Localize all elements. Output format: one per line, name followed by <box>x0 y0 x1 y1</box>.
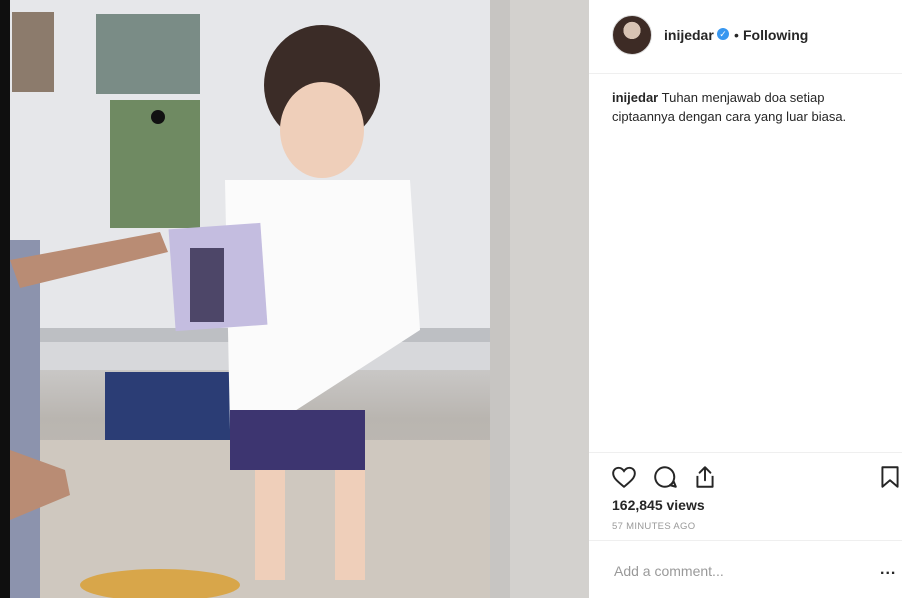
separator-dot: • <box>734 27 739 43</box>
board-magnet <box>151 110 165 124</box>
heart-icon[interactable] <box>611 464 637 490</box>
post-timestamp[interactable]: 57 MINUTES AGO <box>612 521 695 532</box>
photo-left <box>12 12 54 92</box>
post-media[interactable] <box>0 0 589 598</box>
action-bar <box>589 452 902 503</box>
video-scene <box>10 0 490 598</box>
view-count[interactable]: 162,845 views <box>612 497 705 513</box>
post-sidebar: inijedar ✓ • Following inijedar Tuhan me… <box>589 0 902 598</box>
child-leg-right <box>335 470 365 580</box>
child-face <box>280 82 364 178</box>
following-button[interactable]: Following <box>743 27 808 43</box>
media-side-band-light <box>510 0 589 598</box>
bookmark-icon[interactable] <box>877 464 902 490</box>
child-shorts <box>230 410 365 470</box>
comment-icon[interactable] <box>652 464 678 490</box>
username-link[interactable]: inijedar <box>664 27 714 43</box>
avatar[interactable] <box>612 15 652 55</box>
adult-shirt <box>10 240 40 598</box>
post-caption: inijedar Tuhan menjawab doa setiap cipta… <box>612 88 882 126</box>
held-photo-figure <box>190 248 224 322</box>
video-frame[interactable] <box>10 0 490 598</box>
comment-input[interactable] <box>612 561 856 581</box>
caption-username[interactable]: inijedar <box>612 90 658 105</box>
share-icon[interactable] <box>692 464 718 490</box>
storage-box <box>105 372 235 444</box>
child-leg-left <box>255 470 285 580</box>
photo-family-top <box>96 14 200 94</box>
post-header: inijedar ✓ • Following <box>589 0 902 74</box>
comment-bar: ... <box>589 540 902 599</box>
more-options-button[interactable]: ... <box>880 561 896 579</box>
verified-badge-icon: ✓ <box>717 28 729 40</box>
